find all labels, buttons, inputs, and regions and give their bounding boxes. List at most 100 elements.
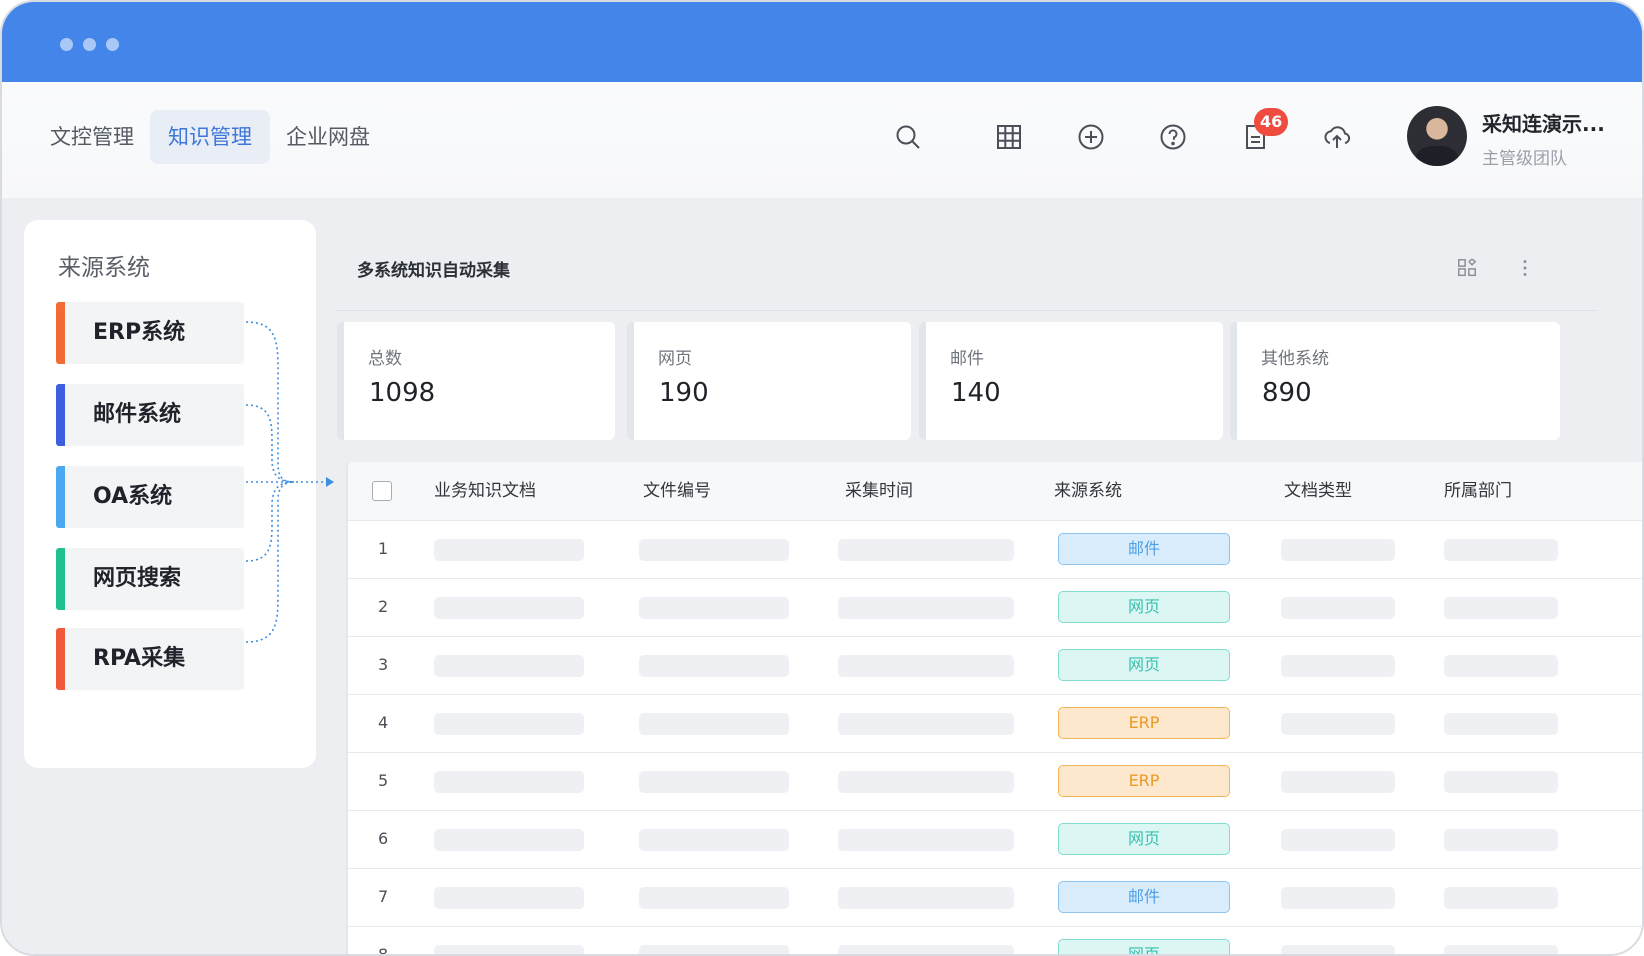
more-icon[interactable] [1511, 254, 1539, 282]
source-tag[interactable]: 网页 [1058, 939, 1230, 954]
stat-value: 1098 [369, 378, 436, 408]
cell-placeholder [838, 713, 1014, 735]
row-number: 5 [378, 771, 389, 790]
column-header[interactable]: 文档类型 [1284, 462, 1352, 520]
select-all-checkbox[interactable] [372, 481, 392, 501]
row-number: 3 [378, 655, 389, 674]
cell-placeholder [639, 539, 789, 561]
source-item-oa[interactable]: OA系统 [56, 466, 244, 528]
tab-knowledge-management[interactable]: 知识管理 [150, 110, 270, 164]
stat-card-web: 网页 190 [627, 322, 911, 440]
cell-placeholder [1444, 597, 1558, 619]
document-icon[interactable]: 46 [1238, 108, 1289, 154]
column-header[interactable]: 来源系统 [1054, 462, 1122, 520]
source-tag[interactable]: 邮件 [1058, 533, 1230, 565]
cell-placeholder [434, 887, 584, 909]
column-header[interactable]: 所属部门 [1444, 462, 1512, 520]
source-item-rpa[interactable]: RPA采集 [56, 628, 244, 690]
row-number: 4 [378, 713, 389, 732]
table-row[interactable]: 5 ERP [348, 752, 1642, 810]
cell-placeholder [639, 597, 789, 619]
cell-placeholder [1281, 597, 1395, 619]
table-row[interactable]: 3 网页 [348, 636, 1642, 694]
source-tag[interactable]: 网页 [1058, 591, 1230, 623]
cell-placeholder [838, 597, 1014, 619]
table-row[interactable]: 1 邮件 [348, 520, 1642, 578]
cell-placeholder [639, 829, 789, 851]
column-header[interactable]: 业务知识文档 [434, 462, 536, 520]
cell-placeholder [838, 829, 1014, 851]
grid-icon[interactable] [992, 120, 1026, 154]
content-area: 来源系统 ERP系统 邮件系统 OA系统 网页搜索 RPA采集 多系统知识自动采… [2, 198, 1642, 954]
notification-badge: 46 [1254, 108, 1289, 136]
source-tag[interactable]: ERP [1058, 707, 1230, 739]
app-window: 文控管理 知识管理 企业网盘 46 采知连演示... 主管级团队 来源系统 ER… [0, 0, 1644, 956]
help-icon[interactable] [1156, 120, 1190, 154]
cell-placeholder [434, 539, 584, 561]
row-number: 7 [378, 887, 389, 906]
row-number: 6 [378, 829, 389, 848]
stat-card-mail: 邮件 140 [919, 322, 1223, 440]
source-systems-title: 来源系统 [58, 255, 150, 281]
tab-document-control[interactable]: 文控管理 [32, 110, 152, 164]
layout-icon[interactable] [1453, 254, 1481, 282]
cell-placeholder [1444, 829, 1558, 851]
search-icon[interactable] [891, 120, 925, 154]
source-tag[interactable]: 网页 [1058, 823, 1230, 855]
column-header[interactable]: 采集时间 [845, 462, 913, 520]
source-tag[interactable]: 邮件 [1058, 881, 1230, 913]
table-row[interactable]: 7 邮件 [348, 868, 1642, 926]
cell-placeholder [1281, 539, 1395, 561]
source-item-label: ERP系统 [93, 320, 186, 345]
source-item-label: RPA采集 [93, 646, 186, 671]
stat-card-total: 总数 1098 [337, 322, 615, 440]
source-tag[interactable]: 网页 [1058, 649, 1230, 681]
add-icon[interactable] [1074, 120, 1108, 154]
avatar[interactable] [1407, 106, 1467, 166]
stat-label: 网页 [658, 349, 692, 369]
row-number: 2 [378, 597, 389, 616]
window-dot[interactable] [60, 38, 73, 51]
cell-placeholder [1444, 887, 1558, 909]
cell-placeholder [1444, 713, 1558, 735]
window-dot[interactable] [83, 38, 96, 51]
cell-placeholder [1444, 945, 1558, 954]
table-row[interactable]: 8 网页 [348, 926, 1642, 954]
cell-placeholder [434, 655, 584, 677]
user-name[interactable]: 采知连演示... [1482, 108, 1605, 137]
stat-label: 其他系统 [1261, 349, 1329, 369]
panel-title: 多系统知识自动采集 [357, 261, 510, 281]
table-row[interactable]: 4 ERP [348, 694, 1642, 752]
column-header[interactable]: 文件编号 [643, 462, 711, 520]
stat-label: 邮件 [950, 349, 984, 369]
source-item-label: 网页搜索 [93, 566, 182, 591]
window-dot[interactable] [106, 38, 119, 51]
cell-placeholder [434, 713, 584, 735]
cell-placeholder [1281, 887, 1395, 909]
source-connector [246, 321, 334, 643]
source-item-web-search[interactable]: 网页搜索 [56, 548, 244, 610]
source-item-erp[interactable]: ERP系统 [56, 302, 244, 364]
row-number: 1 [378, 539, 389, 558]
cell-placeholder [838, 655, 1014, 677]
stat-label: 总数 [368, 349, 402, 369]
cell-placeholder [434, 829, 584, 851]
stat-value: 890 [1262, 378, 1312, 408]
table-row[interactable]: 6 网页 [348, 810, 1642, 868]
stat-value: 190 [659, 378, 709, 408]
panel-divider [337, 310, 1597, 311]
cloud-upload-icon[interactable] [1320, 120, 1354, 154]
cell-placeholder [838, 945, 1014, 954]
table-row[interactable]: 2 网页 [348, 578, 1642, 636]
cell-placeholder [434, 771, 584, 793]
cell-placeholder [639, 945, 789, 954]
table-header: 业务知识文档 文件编号 采集时间 来源系统 文档类型 所属部门 [348, 462, 1642, 520]
cell-placeholder [639, 655, 789, 677]
cell-placeholder [1281, 713, 1395, 735]
source-item-mail[interactable]: 邮件系统 [56, 384, 244, 446]
top-nav: 文控管理 知识管理 企业网盘 46 采知连演示... 主管级团队 [2, 82, 1642, 198]
cell-placeholder [434, 597, 584, 619]
tab-enterprise-drive[interactable]: 企业网盘 [268, 110, 388, 164]
cell-placeholder [639, 713, 789, 735]
source-tag[interactable]: ERP [1058, 765, 1230, 797]
